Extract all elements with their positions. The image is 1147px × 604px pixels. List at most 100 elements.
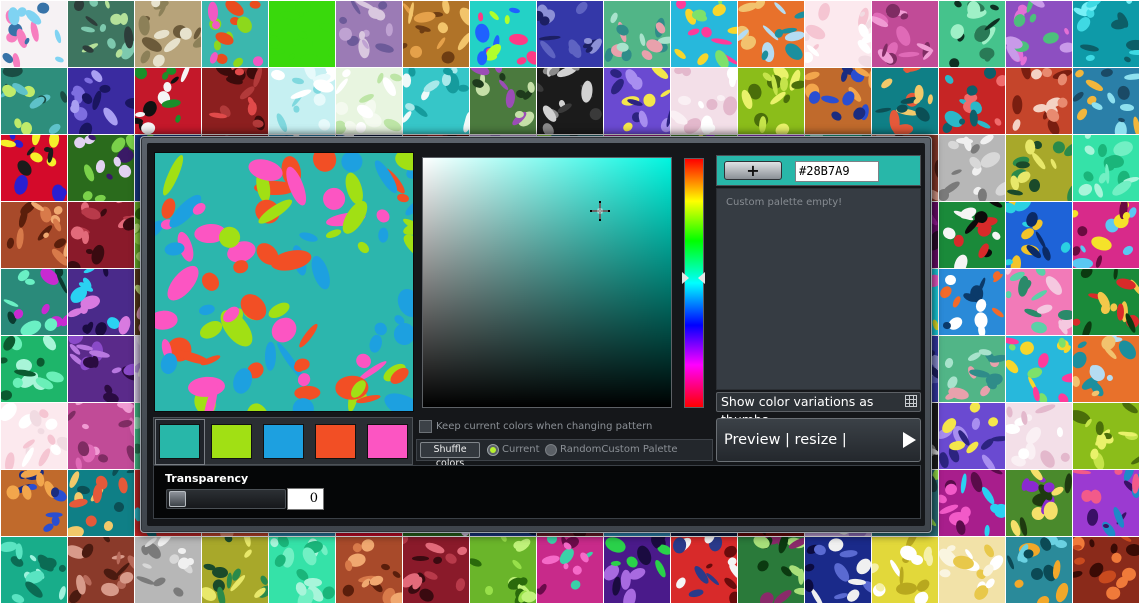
pattern-thumbnail[interactable] [1073, 537, 1139, 603]
pattern-thumbnail[interactable] [68, 403, 134, 469]
show-color-variations-button[interactable]: Show color variations as thumbs [716, 392, 921, 427]
pattern-thumbnail[interactable] [68, 202, 134, 268]
pattern-thumbnail[interactable] [738, 1, 804, 67]
pattern-thumbnail[interactable] [1073, 68, 1139, 134]
pattern-thumbnail[interactable] [671, 537, 737, 603]
pattern-thumbnail[interactable] [872, 68, 938, 134]
pattern-thumbnail[interactable] [1073, 336, 1139, 402]
hue-marker-left-icon[interactable] [682, 272, 689, 284]
pattern-thumbnail[interactable] [68, 470, 134, 536]
add-to-palette-button[interactable]: + [724, 161, 782, 180]
pattern-thumbnail[interactable] [872, 537, 938, 603]
pattern-thumbnail[interactable] [604, 68, 670, 134]
pattern-thumbnail[interactable] [939, 537, 1005, 603]
pattern-thumbnail[interactable] [671, 1, 737, 67]
saturation-value-picker[interactable] [422, 157, 672, 408]
pattern-thumbnail[interactable] [537, 537, 603, 603]
pattern-thumbnail[interactable] [68, 1, 134, 67]
pattern-thumbnail[interactable] [1006, 336, 1072, 402]
pattern-thumbnail[interactable] [1073, 135, 1139, 201]
pattern-thumbnail[interactable] [1, 1, 67, 67]
pattern-thumbnail[interactable] [403, 68, 469, 134]
pattern-color-swatch[interactable] [159, 424, 200, 459]
pattern-thumbnail[interactable] [202, 68, 268, 134]
pattern-thumbnail[interactable] [1, 135, 67, 201]
pattern-thumbnail[interactable] [1006, 68, 1072, 134]
pattern-thumbnail[interactable] [68, 537, 134, 603]
pattern-thumbnail[interactable] [805, 537, 871, 603]
pattern-thumbnail[interactable] [1073, 1, 1139, 67]
hex-color-input[interactable]: #28B7A9 [795, 161, 879, 182]
pattern-thumbnail[interactable] [336, 1, 402, 67]
pattern-thumbnail[interactable] [1006, 537, 1072, 603]
pattern-thumbnail[interactable] [939, 135, 1005, 201]
pattern-thumbnail[interactable] [1073, 202, 1139, 268]
pattern-thumbnail[interactable] [403, 537, 469, 603]
pattern-thumbnail[interactable] [1006, 269, 1072, 335]
pattern-thumbnail[interactable] [872, 1, 938, 67]
pattern-thumbnail[interactable] [336, 68, 402, 134]
grid-icon[interactable] [905, 395, 917, 407]
pattern-thumbnail[interactable] [939, 202, 1005, 268]
transparency-value-field[interactable]: 0 [287, 488, 324, 510]
pattern-thumbnail[interactable] [269, 1, 335, 67]
pattern-thumbnail[interactable] [403, 1, 469, 67]
pattern-thumbnail[interactable] [537, 1, 603, 67]
pattern-thumbnail[interactable] [1006, 135, 1072, 201]
pattern-thumbnail[interactable] [1, 68, 67, 134]
hue-marker-right-icon[interactable] [698, 272, 705, 284]
pattern-thumbnail[interactable] [1, 537, 67, 603]
preview-resize-download-button[interactable]: Preview | resize | download [716, 418, 921, 490]
pattern-thumbnail[interactable] [738, 537, 804, 603]
pattern-thumbnail[interactable] [939, 336, 1005, 402]
pattern-thumbnail[interactable] [604, 537, 670, 603]
pattern-thumbnail[interactable] [604, 1, 670, 67]
pattern-color-swatch[interactable] [367, 424, 408, 459]
pattern-thumbnail[interactable] [470, 1, 536, 67]
pattern-thumbnail[interactable] [336, 537, 402, 603]
pattern-thumbnail[interactable] [939, 470, 1005, 536]
pattern-color-swatch[interactable] [263, 424, 304, 459]
pattern-thumbnail[interactable] [68, 68, 134, 134]
pattern-thumbnail[interactable] [1073, 403, 1139, 469]
pattern-thumbnail[interactable] [269, 68, 335, 134]
pattern-thumbnail[interactable] [805, 68, 871, 134]
pattern-color-swatch[interactable] [315, 424, 356, 459]
pattern-thumbnail[interactable] [1, 336, 67, 402]
pattern-thumbnail[interactable] [470, 68, 536, 134]
pattern-thumbnail[interactable] [939, 269, 1005, 335]
pattern-thumbnail[interactable] [1006, 403, 1072, 469]
pattern-thumbnail[interactable] [135, 1, 201, 67]
pattern-thumbnail[interactable] [671, 68, 737, 134]
pattern-thumbnail[interactable] [537, 68, 603, 134]
pattern-thumbnail[interactable] [202, 1, 268, 67]
pattern-thumbnail[interactable] [1006, 470, 1072, 536]
pattern-thumbnail[interactable] [135, 68, 201, 134]
pattern-thumbnail[interactable] [269, 537, 335, 603]
pattern-thumbnail[interactable] [1, 403, 67, 469]
pattern-thumbnail[interactable] [1, 202, 67, 268]
pattern-thumbnail[interactable] [939, 68, 1005, 134]
pattern-thumbnail[interactable] [1, 269, 67, 335]
pattern-thumbnail[interactable] [738, 68, 804, 134]
pattern-thumbnail[interactable] [1006, 202, 1072, 268]
pattern-thumbnail[interactable] [202, 537, 268, 603]
transparency-slider-handle[interactable] [169, 491, 186, 507]
pattern-thumbnail[interactable] [1006, 1, 1072, 67]
pattern-thumbnail[interactable] [135, 537, 201, 603]
pattern-thumbnail[interactable] [68, 269, 134, 335]
radio-current[interactable] [487, 444, 499, 456]
pattern-thumbnail[interactable] [1073, 470, 1139, 536]
radio-random-custom-palette[interactable] [545, 444, 557, 456]
shuffle-colors-button[interactable]: Shuffle colors [420, 442, 480, 469]
pattern-thumbnail[interactable] [805, 1, 871, 67]
pattern-thumbnail[interactable] [470, 537, 536, 603]
pattern-thumbnail[interactable] [939, 403, 1005, 469]
pattern-thumbnail[interactable] [939, 1, 1005, 67]
keep-colors-checkbox[interactable] [419, 420, 432, 433]
pattern-thumbnail[interactable] [1, 470, 67, 536]
pattern-thumbnail[interactable] [68, 336, 134, 402]
pattern-thumbnail[interactable] [1073, 269, 1139, 335]
pattern-thumbnail[interactable] [68, 135, 134, 201]
pattern-color-swatch[interactable] [211, 424, 252, 459]
